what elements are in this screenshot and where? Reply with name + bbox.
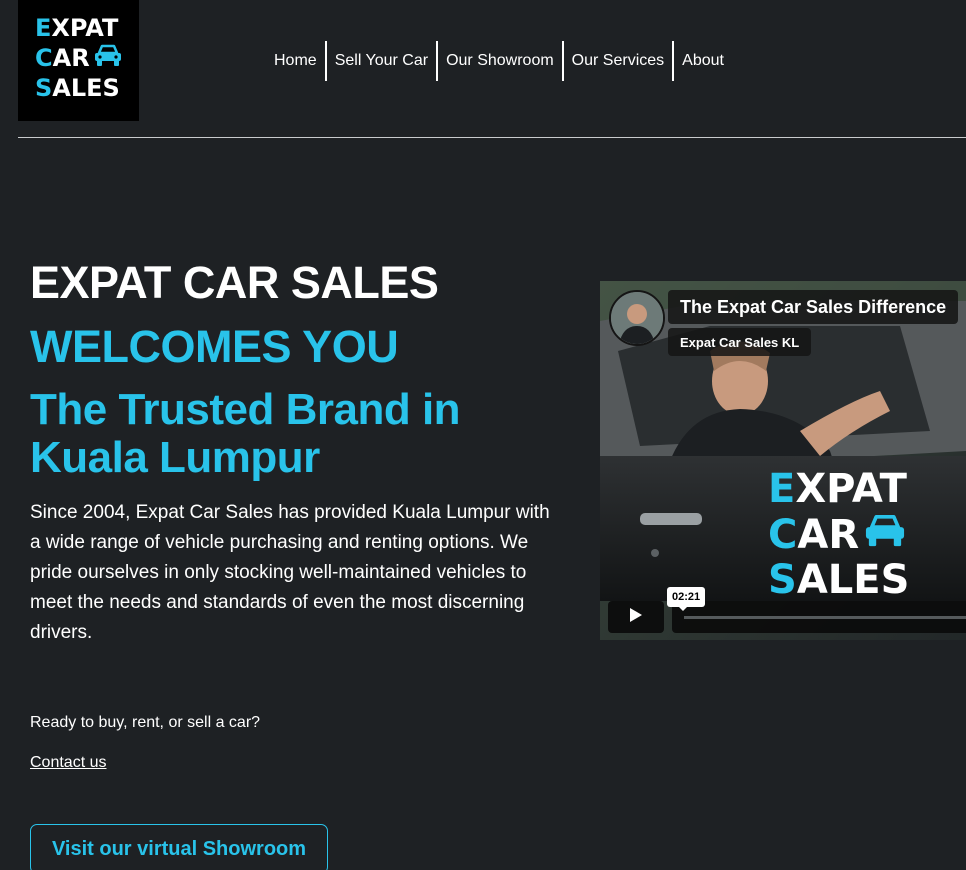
logo-line-3: S ALES xyxy=(35,74,120,102)
hero-welcome: WELCOMES YOU xyxy=(30,321,399,372)
main-nav: Home Sell Your Car Our Showroom Our Serv… xyxy=(266,41,732,81)
play-icon xyxy=(629,607,643,628)
logo-line-1: E XPAT xyxy=(35,14,119,42)
car-icon xyxy=(93,43,123,74)
nav-home[interactable]: Home xyxy=(266,41,325,81)
nav-our-showroom[interactable]: Our Showroom xyxy=(438,41,562,81)
video-channel-name[interactable]: Expat Car Sales KL xyxy=(668,328,812,356)
cta-question: Ready to buy, rent, or sell a car? xyxy=(30,714,261,731)
header-divider xyxy=(18,137,966,138)
nav-our-services[interactable]: Our Services xyxy=(564,41,672,81)
hero-title: EXPAT CAR SALES xyxy=(30,257,439,308)
video-title[interactable]: The Expat Car Sales Difference xyxy=(668,290,959,324)
video-timestamp: 02:21 xyxy=(667,587,706,611)
hero-intro: Since 2004, Expat Car Sales has provided… xyxy=(30,502,550,643)
play-button[interactable] xyxy=(608,601,664,633)
progress-track[interactable] xyxy=(684,616,966,619)
video-brand-logo: EXPAT C AR SALES xyxy=(768,466,910,603)
hero-tagline: The Trusted Brand in Kuala Lumpur xyxy=(30,385,461,482)
nav-about[interactable]: About xyxy=(674,41,732,81)
site-logo[interactable]: E XPAT C AR S ALES xyxy=(18,0,139,121)
visit-showroom-button[interactable]: Visit our virtual Showroom xyxy=(30,824,328,870)
logo-line-2: C AR xyxy=(35,43,139,74)
car-icon xyxy=(863,512,907,558)
nav-sell-your-car[interactable]: Sell Your Car xyxy=(327,41,436,81)
page: E XPAT C AR S ALES Home Sell Your Car Ou… xyxy=(0,0,966,870)
video-player[interactable]: EXPAT C AR SALES The Expat Car Sales Dif… xyxy=(600,281,966,640)
video-progress-bar[interactable] xyxy=(672,601,966,633)
channel-avatar[interactable] xyxy=(609,290,665,346)
contact-us-link[interactable]: Contact us xyxy=(30,754,106,772)
